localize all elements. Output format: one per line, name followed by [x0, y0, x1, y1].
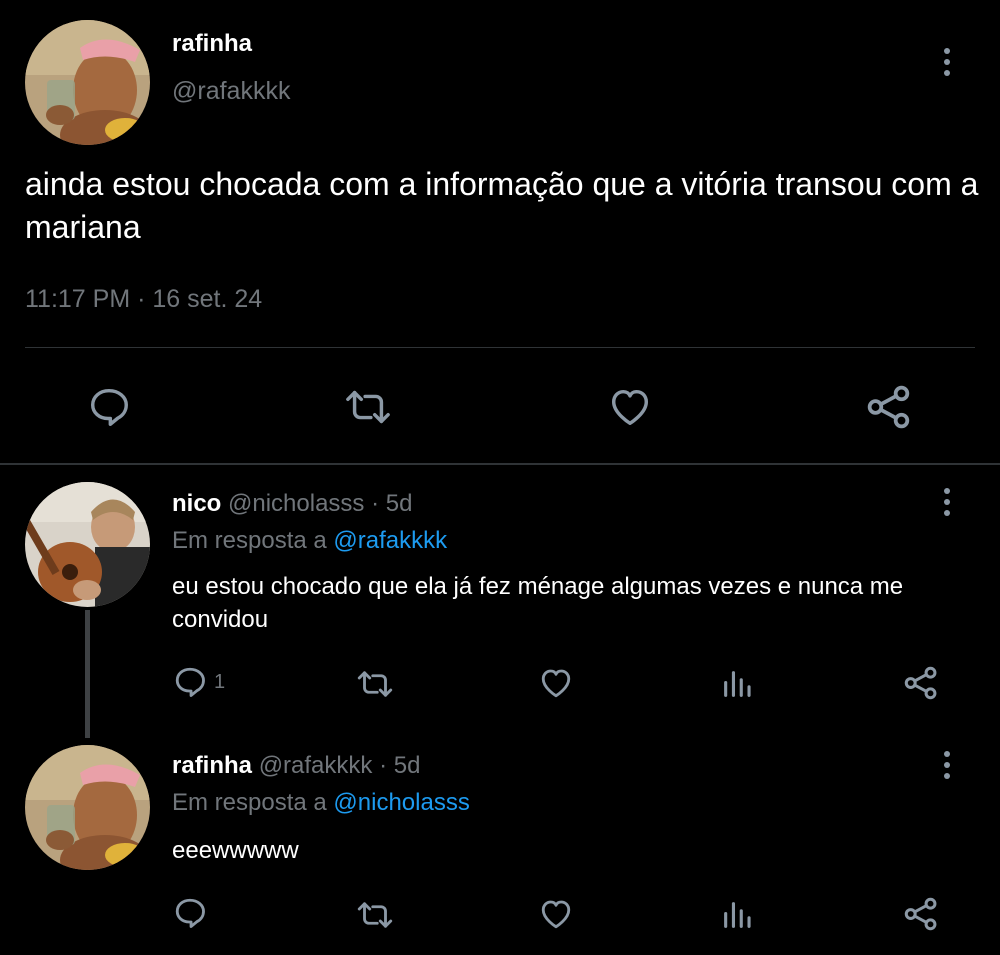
retweet-icon — [357, 671, 393, 697]
section-separator — [0, 463, 1000, 465]
reply-text: eeewwwww — [172, 837, 299, 864]
tweet-timestamp[interactable]: 11:17 PM · 16 set. 24 — [25, 285, 262, 314]
analytics-icon — [724, 902, 751, 928]
tweet-text: ainda estou chocada com a informação que… — [25, 166, 979, 245]
reply-time[interactable]: · 5d — [371, 490, 412, 517]
reply-icon — [175, 898, 205, 928]
share-button[interactable] — [864, 382, 914, 432]
author-handle[interactable]: @rafakkkk — [259, 752, 373, 779]
author-name[interactable]: nico — [172, 490, 221, 517]
analytics-button[interactable] — [720, 666, 754, 702]
reply-text: eu estou chocado que ela já fez ménage a… — [172, 573, 904, 633]
share-icon — [867, 385, 910, 429]
like-icon — [541, 900, 571, 929]
reply-header: rafinha @rafakkkk · 5d — [172, 752, 420, 780]
author-handle[interactable]: @nicholasss — [228, 490, 364, 517]
author-name[interactable]: rafinha — [172, 30, 252, 58]
more-options-icon[interactable] — [937, 482, 957, 522]
avatar[interactable] — [25, 745, 150, 870]
reply-header: nico @nicholasss · 5d — [172, 490, 412, 518]
reply-to-mention[interactable]: @nicholasss — [333, 789, 469, 816]
share-button[interactable] — [902, 895, 940, 933]
like-button[interactable] — [606, 384, 654, 430]
reply-to-line: Em resposta a @nicholasss — [172, 789, 470, 817]
like-icon — [541, 669, 571, 698]
reply-time[interactable]: · 5d — [379, 752, 420, 779]
avatar[interactable] — [25, 20, 150, 145]
retweet-button[interactable] — [354, 666, 396, 702]
retweet-icon — [357, 902, 393, 928]
reply-button[interactable] — [172, 895, 214, 931]
reply-prefix: Em resposta a — [172, 789, 327, 816]
like-button[interactable] — [537, 896, 575, 932]
author-name[interactable]: rafinha — [172, 752, 252, 779]
reply-button[interactable] — [86, 384, 132, 430]
thread-connector — [85, 610, 90, 738]
divider — [25, 347, 975, 348]
share-button[interactable] — [902, 664, 940, 702]
share-icon — [904, 897, 937, 931]
reply-icon — [90, 388, 128, 426]
share-icon — [904, 666, 937, 700]
reply-to-line: Em resposta a @rafakkkk — [172, 527, 447, 555]
avatar[interactable] — [25, 482, 150, 607]
tweet-thread-page: rafinha @rafakkkk ainda estou chocada co… — [0, 0, 1000, 955]
retweet-icon — [346, 390, 390, 424]
reply-count: 1 — [214, 670, 226, 693]
analytics-button[interactable] — [720, 897, 754, 933]
author-handle[interactable]: @rafakkkk — [172, 77, 290, 106]
retweet-button[interactable] — [342, 384, 394, 430]
like-button[interactable] — [537, 665, 575, 701]
retweet-button[interactable] — [354, 897, 396, 933]
more-options-icon[interactable] — [937, 42, 957, 82]
reply-prefix: Em resposta a — [172, 527, 327, 554]
analytics-icon — [724, 671, 751, 697]
reply-button[interactable]: 1 — [172, 664, 225, 700]
more-options-icon[interactable] — [937, 745, 957, 785]
like-icon — [611, 389, 649, 426]
reply-icon — [175, 667, 205, 697]
reply-to-mention[interactable]: @rafakkkk — [333, 527, 447, 554]
